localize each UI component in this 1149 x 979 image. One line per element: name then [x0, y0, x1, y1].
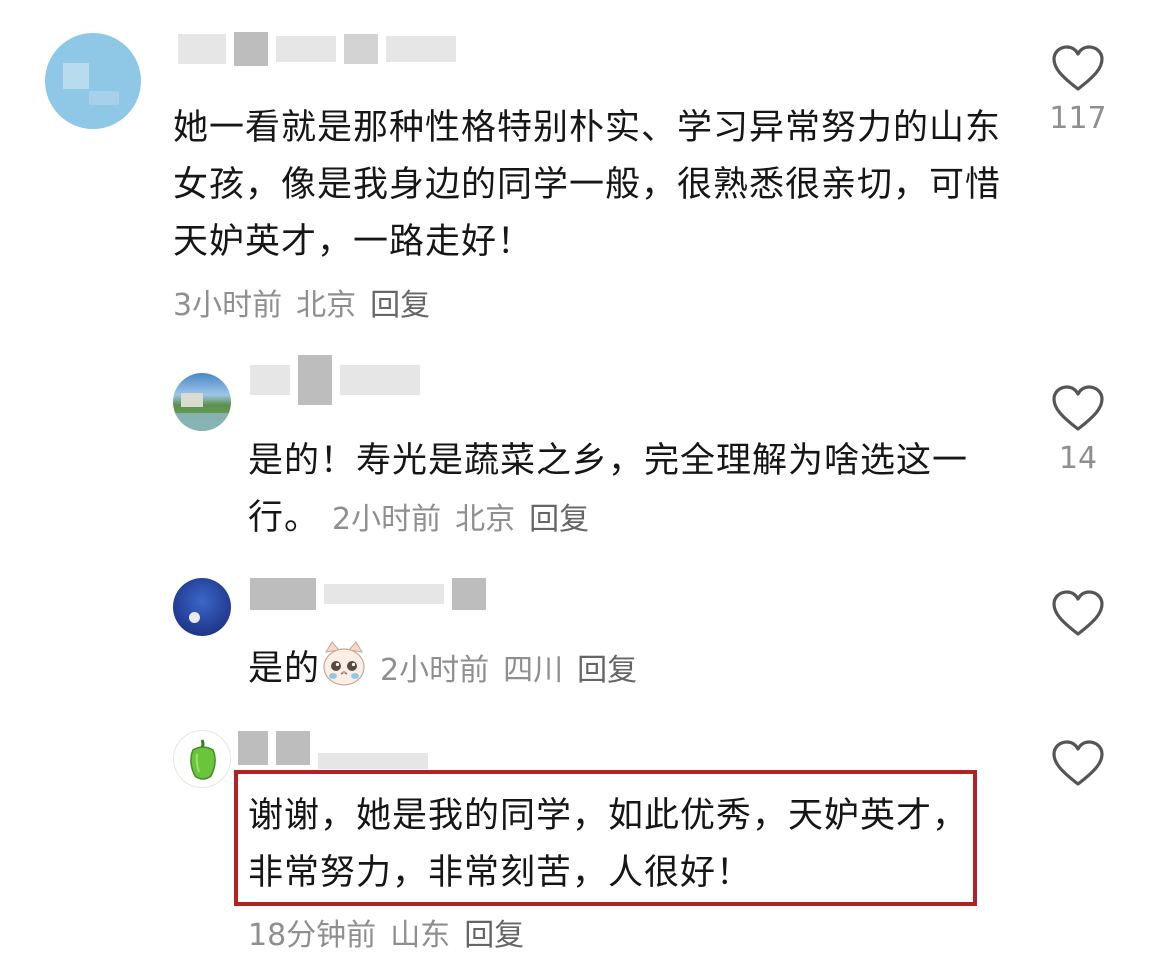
avatar[interactable]: [45, 33, 141, 129]
comment-time: 18分钟前: [248, 918, 377, 953]
username-redacted[interactable]: [250, 578, 486, 610]
avatar-blur: [89, 91, 119, 105]
avatar[interactable]: [173, 578, 231, 636]
reply-button[interactable]: 回复: [577, 653, 637, 688]
like-count: 117: [1049, 101, 1107, 136]
comment-time: 2小时前: [332, 502, 442, 537]
like-button[interactable]: [1048, 590, 1108, 638]
comment-location: 四川: [503, 653, 564, 688]
avatar[interactable]: [173, 730, 231, 788]
username-redacted[interactable]: [250, 355, 420, 405]
avatar-building: [181, 393, 203, 407]
comment-text: 谢谢，她是我的同学，如此优秀，天妒英才，非常努力，非常刻苦，人很好！: [248, 796, 969, 893]
avatar-blur: [63, 63, 89, 89]
comment-meta: 3小时前 北京 回复: [173, 280, 444, 324]
crying-cat-emoji: [320, 640, 368, 688]
username-redacted[interactable]: [238, 727, 428, 769]
like-count: 14: [1058, 441, 1098, 476]
reply-button[interactable]: 回复: [370, 288, 430, 323]
comment-time: 3小时前: [173, 288, 283, 323]
comment-body: 是的: [248, 649, 321, 689]
comment-location: 山东: [390, 918, 451, 953]
reply-button[interactable]: 回复: [464, 918, 524, 953]
green-pepper-icon: [190, 739, 216, 780]
avatar-water: [173, 413, 231, 431]
like-button[interactable]: 14: [1048, 385, 1108, 476]
reply-button[interactable]: 回复: [529, 502, 589, 537]
heart-outline-icon: [1052, 590, 1104, 636]
heart-outline-icon: [1052, 45, 1104, 91]
like-button[interactable]: 117: [1048, 45, 1108, 136]
like-button[interactable]: [1048, 740, 1108, 788]
comment-location: 北京: [455, 502, 516, 537]
username-redacted[interactable]: [178, 32, 456, 66]
comment-text: 是的！寿光是蔬菜之乡，完全理解为啥选这一行。 2小时前 北京 回复: [248, 433, 988, 548]
comment-text: 她一看就是那种性格特别朴实、学习异常努力的山东女孩，像是我身边的同学一般，很熟悉…: [173, 108, 1002, 262]
comment-meta: 2小时前 四川 回复: [380, 653, 651, 688]
comment-time: 2小时前: [380, 653, 490, 688]
comment-location: 北京: [296, 288, 357, 323]
comment-meta: 18分钟前 山东 回复: [248, 910, 538, 954]
avatar[interactable]: [173, 373, 231, 431]
heart-outline-icon: [1052, 385, 1104, 431]
comment-meta: 2小时前 北京 回复: [332, 502, 603, 537]
heart-outline-icon: [1052, 740, 1104, 786]
avatar-moon: [189, 612, 200, 623]
comment-text: 是的 2小时前 四川 回复: [248, 640, 1008, 699]
